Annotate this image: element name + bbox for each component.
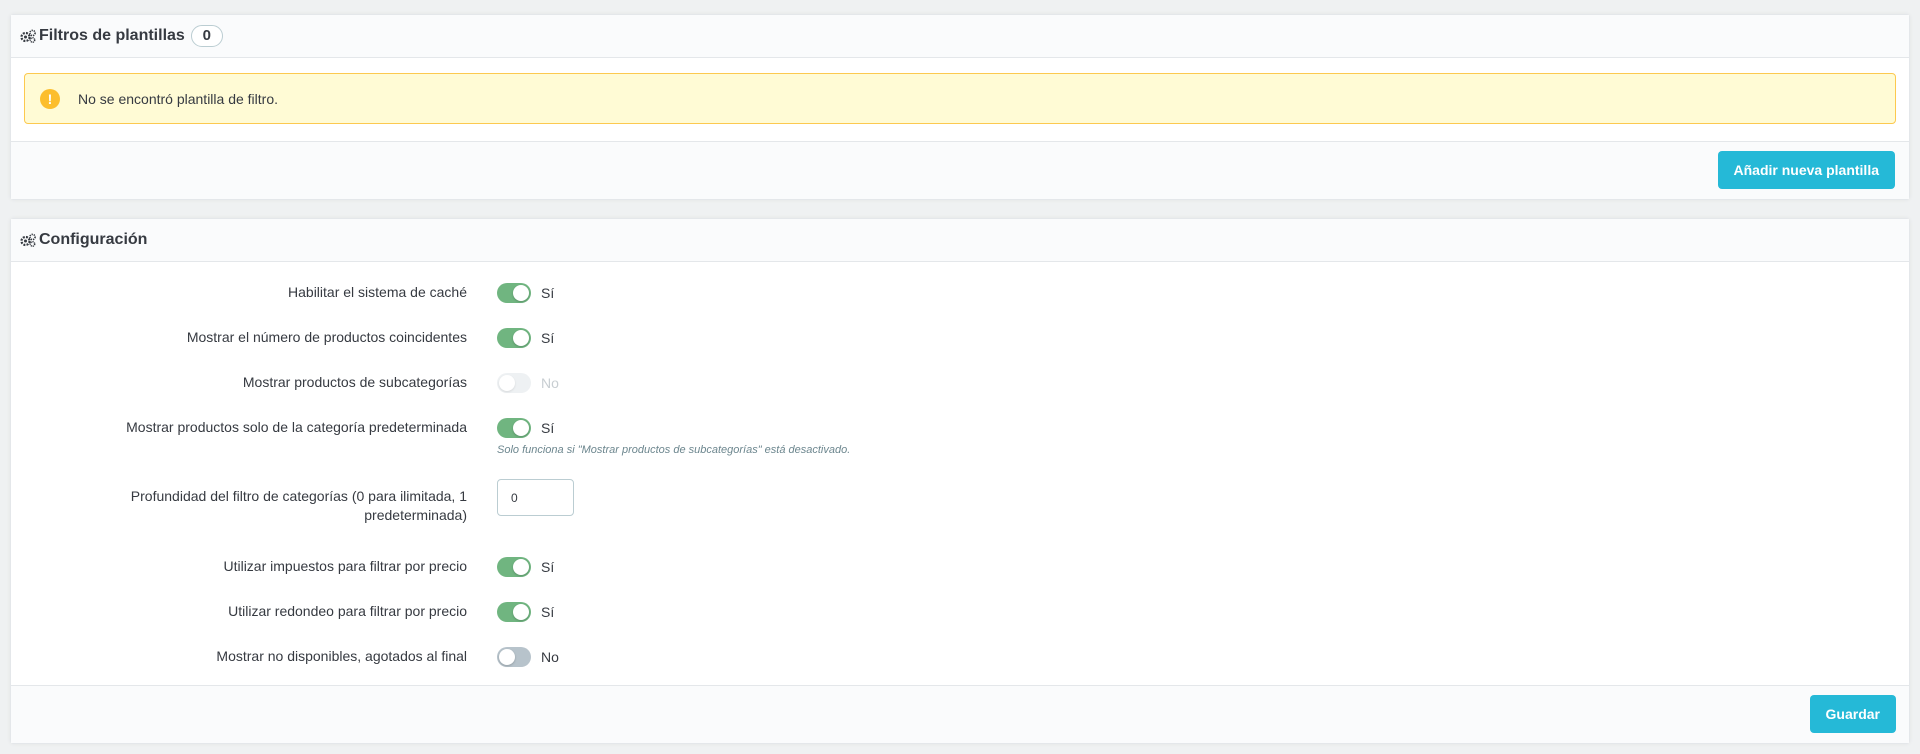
templates-panel: Filtros de plantillas 0 ! No se encontró…	[10, 14, 1910, 200]
cogs-icon	[20, 29, 36, 43]
help-text: Solo funciona si "Mostrar productos de s…	[497, 444, 851, 456]
exclamation-circle-icon: !	[40, 88, 60, 109]
setting-label: Profundidad del filtro de categorías (0 …	[130, 488, 467, 523]
alert-message: No se encontró plantilla de filtro.	[78, 90, 278, 107]
setting-label: Habilitar el sistema de caché	[288, 284, 467, 300]
price-rounding-toggle[interactable]	[497, 602, 531, 622]
toggle-value: No	[541, 649, 559, 665]
setting-label: Utilizar redondeo para filtrar por preci…	[228, 603, 467, 619]
product-count-toggle[interactable]	[497, 328, 531, 348]
templates-panel-header: Filtros de plantillas 0	[11, 15, 1909, 58]
toggle-value: Sí	[541, 604, 555, 620]
toggle-value: No	[541, 375, 559, 391]
config-panel-footer: Guardar	[11, 685, 1909, 743]
save-button[interactable]: Guardar	[1809, 695, 1896, 733]
no-template-alert: ! No se encontró plantilla de filtro.	[24, 73, 1896, 124]
templates-count-badge: 0	[190, 25, 223, 47]
config-panel-header: Configuración	[11, 219, 1909, 262]
config-panel-title: Configuración	[39, 231, 148, 248]
setting-label: Utilizar impuestos para filtrar por prec…	[223, 558, 467, 574]
toggle-value: Sí	[541, 330, 555, 346]
out-of-stock-last-toggle[interactable]	[497, 647, 531, 667]
setting-label: Mostrar no disponibles, agotados al fina…	[216, 648, 467, 664]
config-panel: Configuración Habilitar el sistema de ca…	[10, 218, 1910, 744]
cogs-icon	[20, 233, 36, 247]
setting-label: Mostrar productos solo de la categoría p…	[126, 419, 467, 435]
toggle-value: Sí	[541, 559, 555, 575]
add-template-button[interactable]: Añadir nueva plantilla	[1717, 151, 1895, 189]
setting-label: Mostrar el número de productos coinciden…	[186, 329, 467, 345]
category-depth-input[interactable]	[497, 479, 574, 516]
setting-label: Mostrar productos de subcategorías	[242, 374, 467, 390]
templates-panel-footer: Añadir nueva plantilla	[11, 141, 1909, 199]
subcategories-toggle	[497, 373, 531, 393]
templates-panel-title: Filtros de plantillas	[39, 27, 185, 44]
toggle-value: Sí	[541, 420, 555, 436]
price-tax-toggle[interactable]	[497, 557, 531, 577]
default-category-toggle[interactable]	[497, 418, 531, 438]
toggle-value: Sí	[541, 285, 555, 301]
cache-toggle[interactable]	[497, 283, 531, 303]
